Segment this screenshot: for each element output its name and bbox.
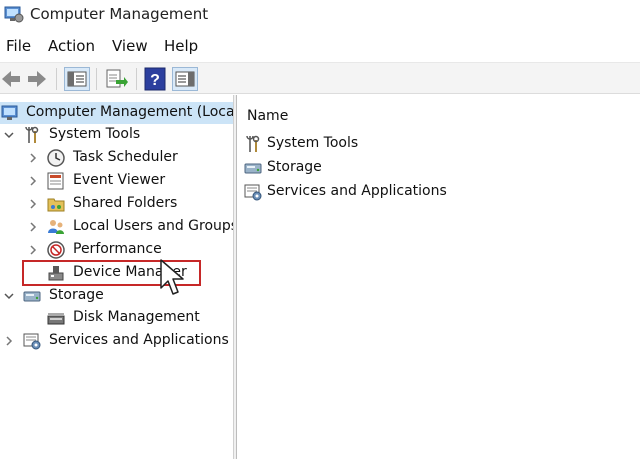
disk-management-icon	[47, 313, 65, 325]
column-header-name[interactable]: Name	[247, 108, 288, 124]
services-icon	[244, 184, 262, 201]
event-viewer-icon	[47, 172, 64, 190]
list-item-label: Storage	[267, 159, 322, 175]
list-item-label: System Tools	[267, 135, 359, 151]
chevron-right-icon[interactable]	[4, 336, 14, 346]
tree-item-computer-management-local[interactable]: Computer Management (Local	[0, 102, 238, 124]
chevron-down-icon[interactable]	[4, 130, 14, 140]
tree-label: Storage	[49, 287, 104, 303]
tree-item-performance[interactable]: Performance	[0, 239, 233, 261]
chevron-right-icon[interactable]	[28, 245, 38, 255]
list-item-services-and-applications[interactable]: Services and Applications	[243, 181, 543, 203]
tree-label: Services and Applications	[49, 332, 229, 348]
chevron-right-icon[interactable]	[28, 176, 38, 186]
forward-icon[interactable]	[26, 67, 48, 91]
back-icon[interactable]	[0, 67, 22, 91]
system-tools-icon	[246, 135, 260, 152]
storage-icon	[23, 291, 41, 302]
services-icon	[23, 333, 41, 350]
svg-text:?: ?	[150, 72, 160, 89]
tree-label: Disk Management	[73, 309, 200, 325]
tree-item-system-tools[interactable]: System Tools	[0, 124, 233, 146]
list-item-label: Services and Applications	[267, 183, 447, 199]
tree-label: Local Users and Groups	[73, 218, 239, 234]
chevron-right-icon[interactable]	[28, 153, 38, 163]
chevron-right-icon[interactable]	[28, 222, 38, 232]
results-pane: Name System Tools Storage Services and A…	[237, 95, 640, 459]
menu-action[interactable]: Action	[48, 37, 95, 55]
toolbar-separator	[56, 68, 57, 90]
chevron-right-icon[interactable]	[28, 199, 38, 209]
computer-management-icon	[1, 105, 18, 120]
toolbar-separator	[96, 68, 97, 90]
menu-file[interactable]: File	[6, 37, 31, 55]
show-hide-action-pane-icon[interactable]	[172, 67, 198, 91]
console-tree: Computer Management (Local System Tools …	[0, 95, 238, 459]
computer-management-icon	[4, 6, 24, 23]
tree-item-disk-management[interactable]: Disk Management	[0, 307, 233, 329]
tree-item-shared-folders[interactable]: Shared Folders	[0, 193, 233, 215]
tree-item-services-and-applications[interactable]: Services and Applications	[0, 330, 233, 352]
list-item-storage[interactable]: Storage	[243, 157, 543, 179]
tree-label: Shared Folders	[73, 195, 178, 211]
shared-folder-icon	[47, 198, 65, 212]
export-list-icon[interactable]	[104, 67, 128, 91]
tree-item-local-users-and-groups[interactable]: Local Users and Groups	[0, 216, 238, 238]
tree-item-event-viewer[interactable]: Event Viewer	[0, 170, 233, 192]
tree-item-task-scheduler[interactable]: Task Scheduler	[0, 147, 233, 169]
title-bar: Computer Management	[0, 0, 640, 30]
menu-help[interactable]: Help	[164, 37, 198, 55]
show-hide-console-tree-icon[interactable]	[64, 67, 90, 91]
system-tools-icon	[25, 126, 39, 143]
chevron-down-icon[interactable]	[4, 291, 14, 301]
list-item-system-tools[interactable]: System Tools	[243, 133, 543, 155]
tree-label: Performance	[73, 241, 162, 257]
toolbar-separator	[136, 68, 137, 90]
storage-icon	[244, 163, 262, 174]
tree-label: Task Scheduler	[73, 149, 178, 165]
menu-view[interactable]: View	[112, 37, 148, 55]
toolbar: ?	[0, 62, 640, 94]
tree-item-storage[interactable]: Storage	[0, 285, 233, 307]
performance-icon	[47, 241, 65, 259]
help-icon[interactable]: ?	[144, 67, 166, 91]
clock-icon	[47, 149, 65, 167]
mouse-pointer-icon	[160, 259, 184, 295]
tree-label: Event Viewer	[73, 172, 166, 188]
users-icon	[48, 220, 64, 234]
menu-bar: File Action View Help	[0, 36, 640, 60]
tree-label: System Tools	[49, 126, 141, 142]
window-title: Computer Management	[30, 5, 209, 23]
tree-label: Computer Management (Local	[26, 104, 239, 120]
